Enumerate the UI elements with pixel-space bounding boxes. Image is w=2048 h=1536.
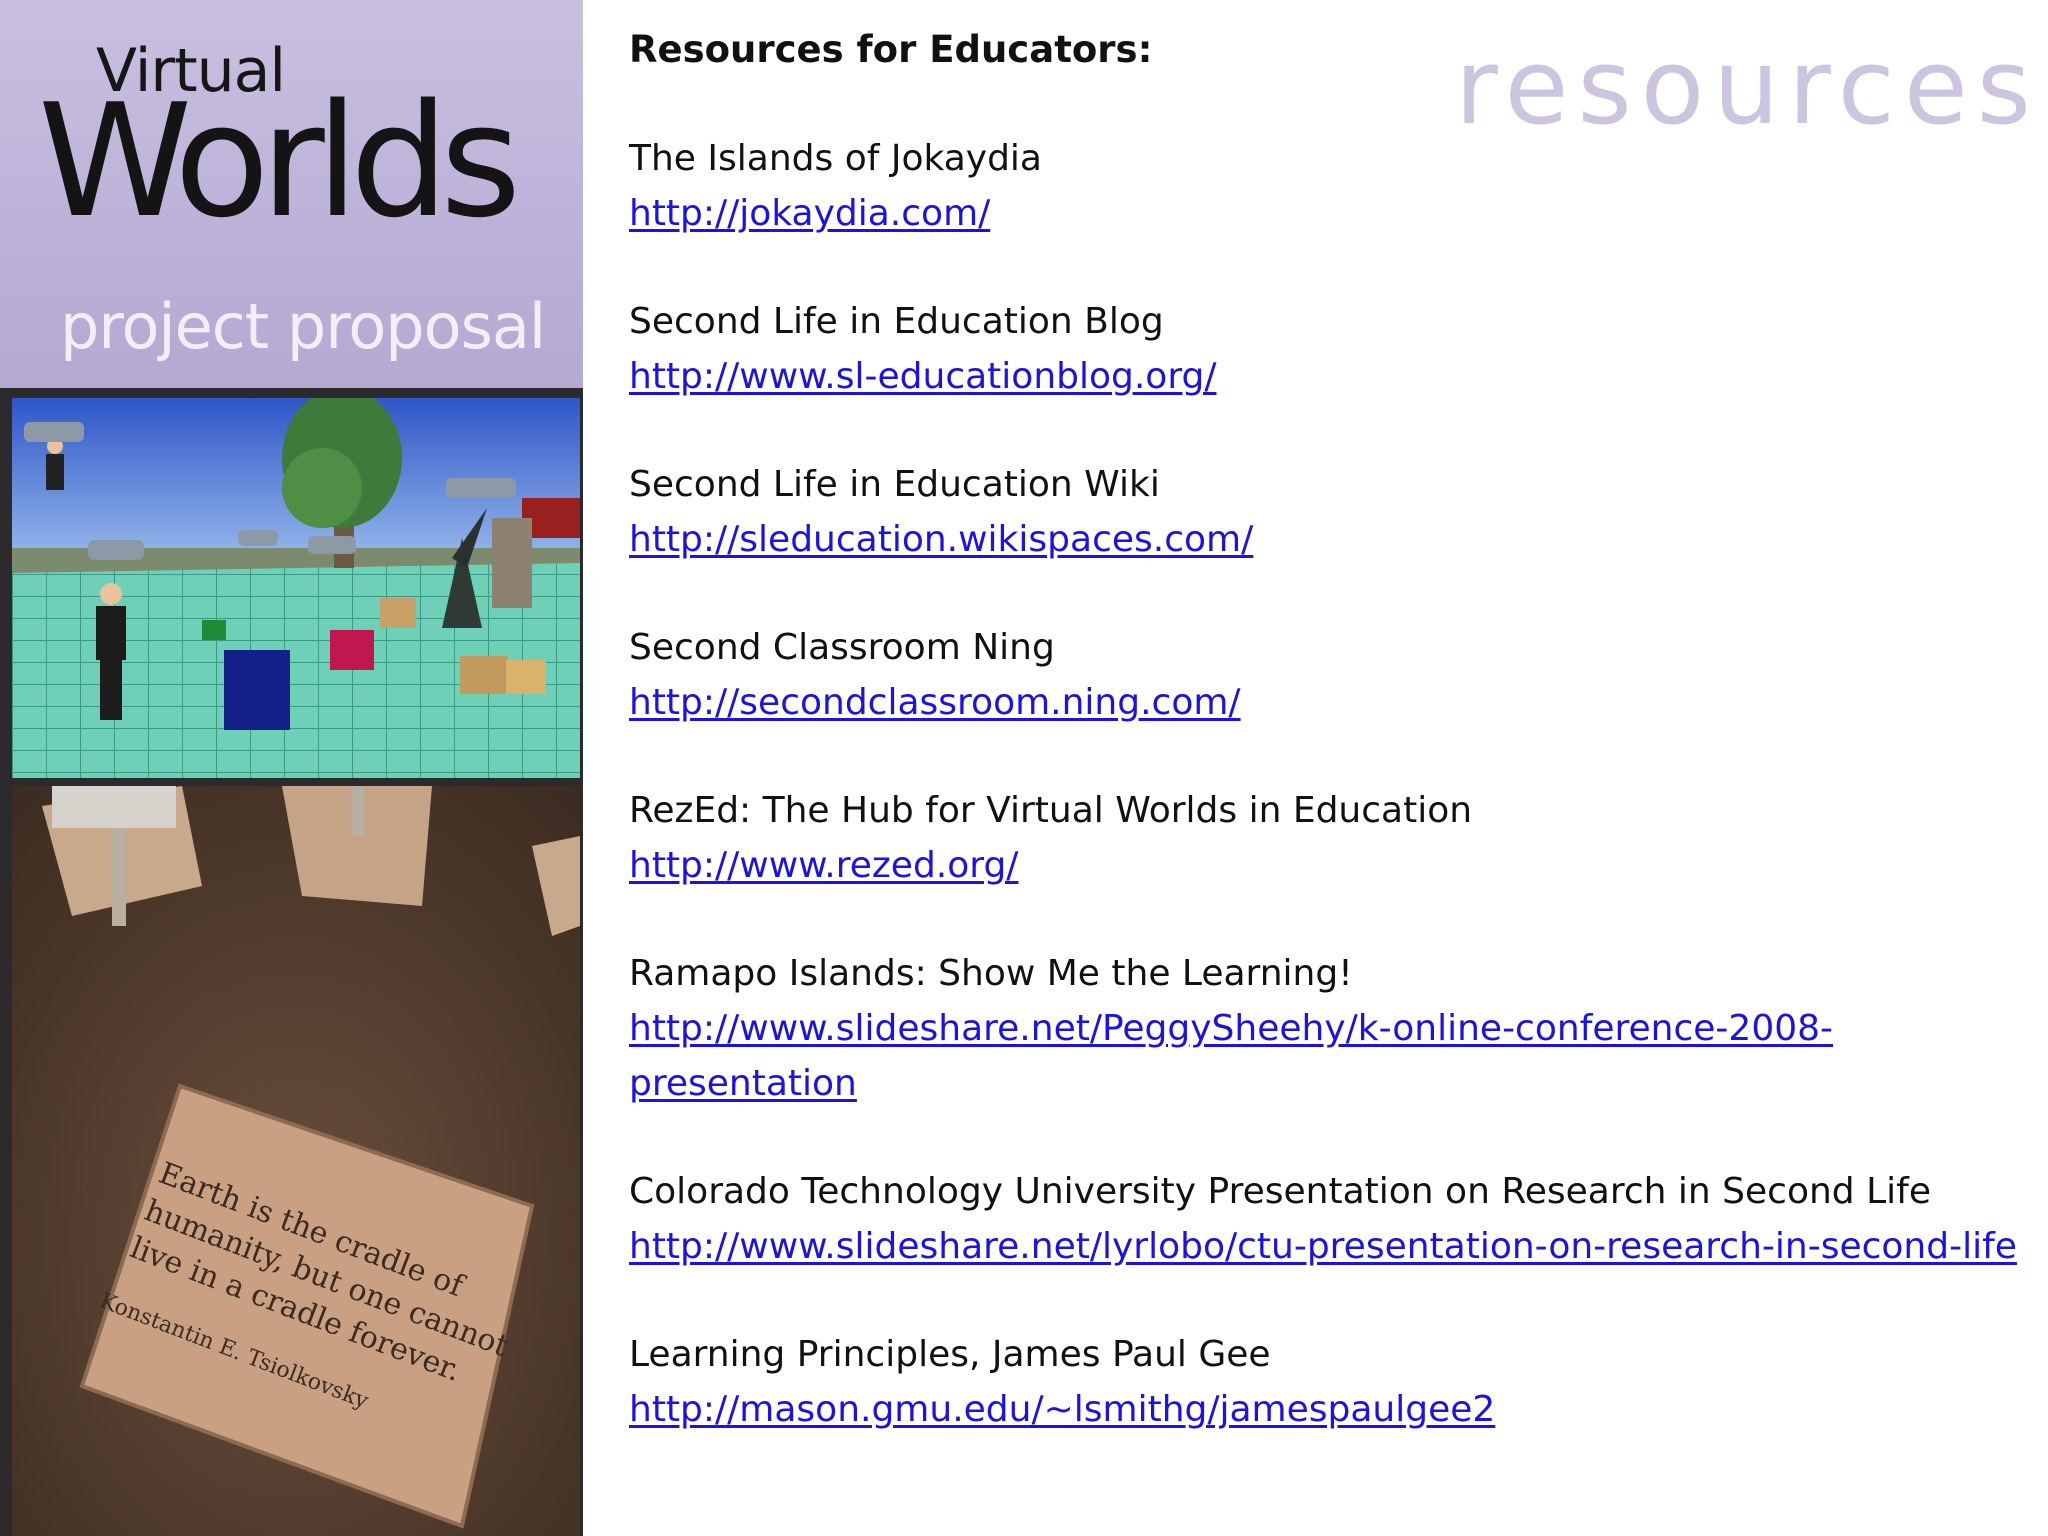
resource-item: Learning Principles, James Paul Gee http… xyxy=(629,1327,2029,1437)
resource-name: Learning Principles, James Paul Gee xyxy=(629,1334,1271,1375)
resource-name: Second Classroom Ning xyxy=(629,627,1055,668)
page-heading: Resources for Educators: xyxy=(629,28,1153,71)
resource-link[interactable]: http://jokaydia.com/ xyxy=(629,186,2029,241)
resource-item: Second Life in Education Blog http://www… xyxy=(629,294,2029,404)
resource-link[interactable]: http://mason.gmu.edu/~lsmithg/jamespaulg… xyxy=(629,1382,2029,1437)
sidebar: Virtual Worlds project proposal Earth is… xyxy=(0,0,583,1536)
resource-item: Ramapo Islands: Show Me the Learning! ht… xyxy=(629,946,2029,1111)
resource-item: The Islands of Jokaydia http://jokaydia.… xyxy=(629,131,2029,241)
resource-item: Colorado Technology University Presentat… xyxy=(629,1164,2029,1274)
resource-link[interactable]: http://www.rezed.org/ xyxy=(629,838,2029,893)
resource-item: Second Life in Education Wiki http://sle… xyxy=(629,457,2029,567)
resource-link[interactable]: http://www.sl-educationblog.org/ xyxy=(629,349,2029,404)
resource-item: Second Classroom Ning http://secondclass… xyxy=(629,620,2029,730)
resource-link[interactable]: http://www.slideshare.net/PeggySheehy/k-… xyxy=(629,1001,2029,1111)
resource-link[interactable]: http://sleducation.wikispaces.com/ xyxy=(629,512,2029,567)
virtual-world-classroom-image xyxy=(12,398,580,778)
plaque-scene-illustration: Earth is the cradle of humanity, but one… xyxy=(12,786,580,1536)
resource-link[interactable]: http://secondclassroom.ning.com/ xyxy=(629,675,2029,730)
resource-link[interactable]: http://www.slideshare.net/lyrlobo/ctu-pr… xyxy=(629,1219,2029,1274)
resource-name: Colorado Technology University Presentat… xyxy=(629,1171,1931,1212)
resource-item: RezEd: The Hub for Virtual Worlds in Edu… xyxy=(629,783,2029,893)
resource-name: RezEd: The Hub for Virtual Worlds in Edu… xyxy=(629,790,1473,831)
resource-name: Second Life in Education Wiki xyxy=(629,464,1160,505)
title-panel: Virtual Worlds project proposal xyxy=(0,0,583,388)
resource-name: The Islands of Jokaydia xyxy=(629,138,1042,179)
subtitle-project-proposal: project proposal xyxy=(60,290,546,363)
quote-plaque-image: Earth is the cradle of humanity, but one… xyxy=(12,786,580,1536)
title-worlds: Worlds xyxy=(38,70,521,252)
resource-name: Ramapo Islands: Show Me the Learning! xyxy=(629,953,1353,994)
classroom-scene-illustration xyxy=(12,398,580,778)
resource-list-content: Resources for Educators: The Islands of … xyxy=(629,22,2029,1490)
resource-name: Second Life in Education Blog xyxy=(629,301,1164,342)
